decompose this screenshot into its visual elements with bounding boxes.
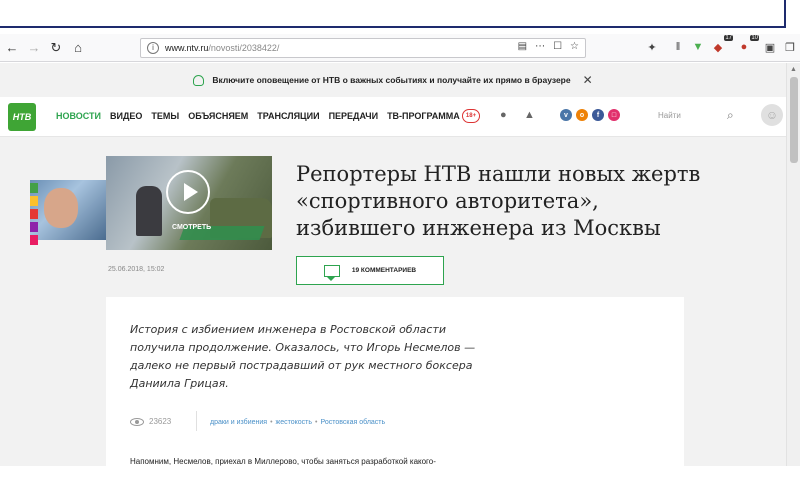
page-scrollbar[interactable]: ▲ (786, 63, 800, 500)
tag-link[interactable]: Ростовская область (320, 419, 385, 426)
comment-bubble-icon (323, 264, 340, 281)
scroll-up-icon[interactable]: ▲ (790, 66, 797, 73)
tag-separator: • (270, 419, 273, 426)
video-face (44, 188, 78, 228)
reload-icon[interactable]: ↻ (46, 38, 66, 58)
site-header: НТВ НОВОСТИ ВИДЕО ТЕМЫ ОБЪЯСНЯЕМ ТРАНСЛЯ… (0, 97, 786, 137)
addon-badge: 17 (724, 35, 733, 41)
video-side-bar (30, 180, 40, 245)
forward-icon[interactable]: → (24, 38, 44, 58)
vk-icon[interactable]: v (560, 109, 572, 121)
address-bar[interactable]: i www.ntv.ru/novosti/2038422/ ▤ ⋯ ☐ ☆ (140, 38, 586, 58)
odnoklassniki-icon[interactable]: o (576, 109, 588, 121)
divider (196, 411, 197, 431)
download-icon[interactable]: ▼ (691, 38, 705, 56)
video-frame-studio (30, 180, 106, 240)
addon-shield-icon[interactable]: ◆ 17 (711, 35, 733, 56)
nav-item-broadcasts[interactable]: ТРАНСЛЯЦИИ (257, 111, 319, 121)
screenshot-icon[interactable]: ❐ (783, 38, 797, 56)
url-path: /novosti/2038422/ (208, 43, 280, 53)
url-host: www.ntv.ru (165, 43, 209, 53)
article-text: Напомним, Несмелов, приехал в Миллерово,… (130, 457, 436, 466)
window-title-strip (0, 0, 800, 34)
user-avatar-icon[interactable]: ☺ (761, 104, 783, 126)
lead-line: далеко не первый пострадавший от рук мес… (130, 359, 473, 372)
notification-text[interactable]: Включите оповещение от НТВ о важных собы… (212, 75, 570, 85)
views-count: 23623 (149, 417, 172, 426)
article-lead: История с избиением инженера в Ростовско… (130, 321, 480, 393)
library-icon[interactable]: ‖ (671, 38, 685, 56)
window-frame (0, 0, 786, 28)
browser-toolbar: ← → ↻ ⌂ i www.ntv.ru/novosti/2038422/ ▤ … (0, 34, 800, 62)
tag-link[interactable]: жестокость (276, 419, 312, 426)
addon-badge: 10 (750, 35, 759, 41)
reader-view-icon[interactable]: ▤ (518, 41, 527, 52)
scrollbar-thumb[interactable] (790, 77, 798, 163)
title-line: избившего инженера из Москвы (296, 216, 661, 240)
search-icon[interactable]: ⌕ (727, 108, 734, 123)
main-nav: НОВОСТИ ВИДЕО ТЕМЫ ОБЪЯСНЯЕМ ТРАНСЛЯЦИИ … (56, 111, 469, 121)
play-icon[interactable] (166, 170, 210, 214)
video-frame-street: СМОТРЕТЬ (106, 156, 272, 250)
addon-abp-icon[interactable]: ● 10 (737, 35, 759, 56)
tag-list: драки и избиения • жестокость • Ростовская о… (210, 419, 385, 426)
bottom-strip (0, 466, 800, 500)
facebook-icon[interactable]: f (592, 109, 604, 121)
bookmark-star-icon[interactable]: ☆ (570, 41, 579, 52)
ntv-logo[interactable]: НТВ (8, 103, 36, 131)
article-title: Репортеры НТВ нашли новых жертв «спортив… (296, 161, 736, 242)
views-counter: 23623 (130, 417, 171, 426)
video-person (136, 186, 162, 236)
search-input[interactable]: Найти (658, 111, 681, 120)
notification-bar: Включите оповещение от НТВ о важных собы… (0, 63, 786, 97)
home-icon[interactable]: ⌂ (68, 38, 88, 58)
back-icon[interactable]: ← (2, 38, 22, 58)
nav-item-explain[interactable]: ОБЪЯСНЯЕМ (188, 111, 248, 121)
nav-item-news[interactable]: НОВОСТИ (56, 111, 101, 121)
tag-link[interactable]: драки и избиения (210, 419, 267, 426)
more-actions-icon[interactable]: ⋯ (535, 41, 545, 52)
comments-button[interactable]: 19 КОММЕНТАРИЕВ (296, 256, 444, 285)
title-line: «спортивного авторитета», (296, 189, 599, 213)
web-page: Включите оповещение от НТВ о важных собы… (0, 63, 786, 500)
apple-icon[interactable]: ● (500, 109, 507, 121)
sidebar-icon[interactable]: ▣ (763, 38, 777, 56)
lead-line: История с избиением инженера в Ростовско… (130, 323, 446, 336)
bell-icon (193, 74, 205, 86)
title-line: Репортеры НТВ нашли новых жертв (296, 162, 701, 186)
nav-item-shows[interactable]: ПЕРЕДАЧИ (329, 111, 379, 121)
nav-item-topics[interactable]: ТЕМЫ (151, 111, 179, 121)
watch-label[interactable]: СМОТРЕТЬ (172, 224, 211, 231)
android-icon[interactable]: ▲ (524, 109, 535, 121)
pocket-icon[interactable]: ☐ (553, 41, 562, 52)
video-preview[interactable]: СМОТРЕТЬ (30, 156, 272, 250)
eye-icon (130, 417, 144, 426)
nav-item-video[interactable]: ВИДЕО (110, 111, 142, 121)
instagram-icon[interactable]: □ (608, 109, 620, 121)
lead-line: Даниила Грицая. (130, 377, 229, 390)
comments-label: 19 КОММЕНТАРИЕВ (351, 267, 417, 274)
article-date: 25.06.2018, 15:02 (108, 266, 165, 273)
extensions-icon[interactable]: ✦ (645, 38, 659, 56)
info-icon[interactable]: i (147, 42, 159, 54)
age-rating-badge: 18+ (462, 109, 480, 123)
close-icon[interactable]: ✕ (583, 73, 593, 87)
tag-separator: • (315, 419, 318, 426)
lead-line: получила продолжение. Оказалось, что Иго… (130, 341, 476, 354)
nav-item-tv-program[interactable]: ТВ-ПРОГРАММА (387, 111, 460, 121)
